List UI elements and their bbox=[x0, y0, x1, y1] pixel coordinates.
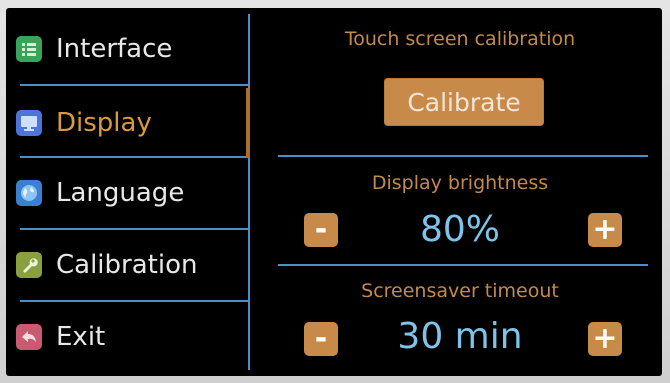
divider bbox=[278, 264, 648, 266]
sidebar-item-label: Calibration bbox=[56, 250, 198, 280]
sidebar-item-label: Language bbox=[56, 178, 185, 208]
sidebar-border bbox=[248, 14, 250, 370]
monitor-icon bbox=[16, 110, 42, 136]
sidebar-item-exit[interactable]: Exit bbox=[16, 302, 246, 372]
wrench-icon bbox=[16, 252, 42, 278]
globe-icon bbox=[16, 180, 42, 206]
divider bbox=[20, 84, 248, 86]
sidebar-item-label: Interface bbox=[56, 34, 173, 64]
list-icon bbox=[16, 36, 42, 62]
settings-panel: Touch screen calibration Calibrate Displ… bbox=[258, 8, 662, 376]
sidebar-item-display[interactable]: Display bbox=[16, 88, 246, 158]
sidebar: Interface Display Language Calibration E… bbox=[6, 8, 250, 376]
sidebar-item-label: Display bbox=[56, 108, 152, 138]
screensaver-increase-button[interactable]: + bbox=[588, 322, 622, 356]
exit-arrow-icon bbox=[16, 324, 42, 350]
screensaver-title: Screensaver timeout bbox=[361, 280, 559, 302]
touch-screen: Interface Display Language Calibration E… bbox=[6, 8, 662, 376]
calibration-title: Touch screen calibration bbox=[344, 28, 576, 50]
active-indicator bbox=[246, 88, 250, 158]
sidebar-item-label: Exit bbox=[56, 322, 106, 352]
divider bbox=[278, 155, 648, 157]
sidebar-item-calibration[interactable]: Calibration bbox=[16, 230, 246, 300]
brightness-increase-button[interactable]: + bbox=[588, 213, 622, 247]
brightness-title: Display brightness bbox=[371, 172, 549, 194]
sidebar-item-language[interactable]: Language bbox=[16, 158, 246, 228]
sidebar-item-interface[interactable]: Interface bbox=[16, 14, 246, 84]
calibrate-button[interactable]: Calibrate bbox=[384, 78, 544, 126]
